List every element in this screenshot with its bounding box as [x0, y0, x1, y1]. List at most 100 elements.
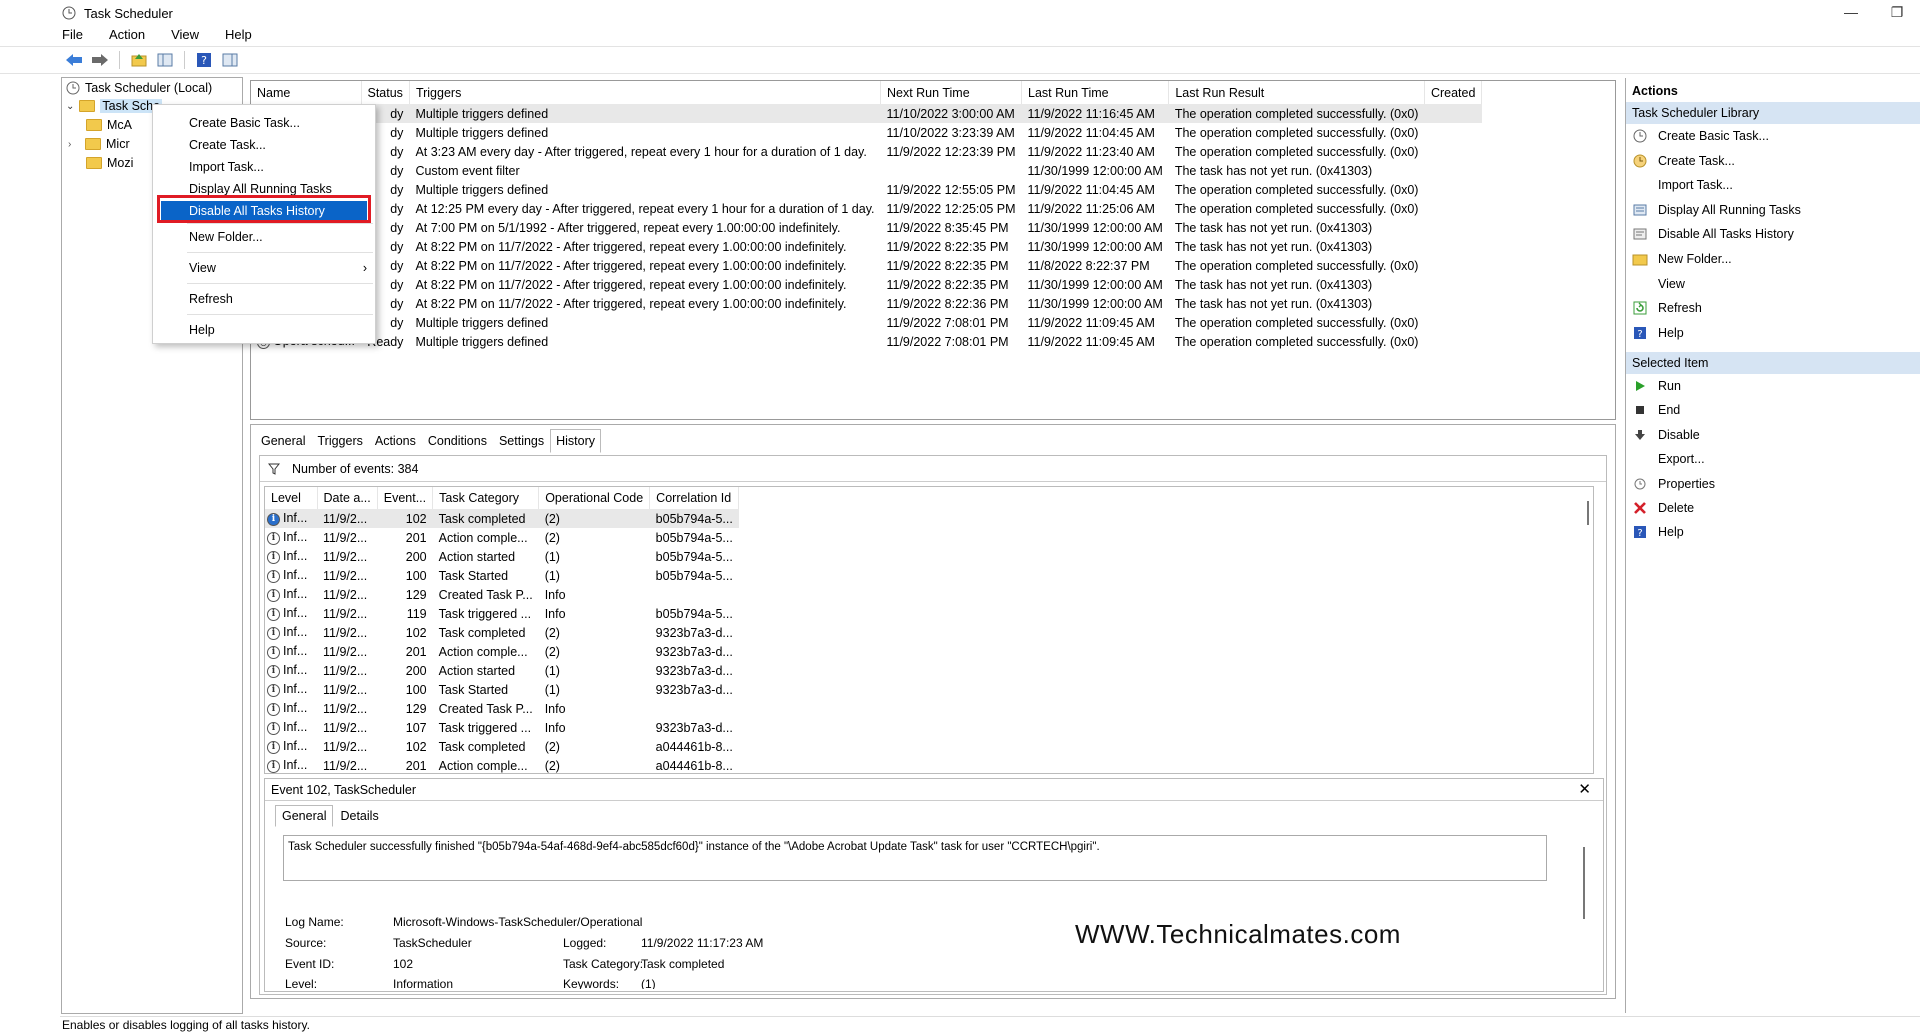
context-menu-item-help[interactable]: Help	[153, 320, 375, 340]
event-row[interactable]: i Inf... 11/9/2... 200 Action started (1) 9323…	[265, 661, 739, 680]
col-name[interactable]: Name	[251, 81, 362, 104]
col-level[interactable]: Level	[265, 487, 318, 509]
action-view[interactable]: View	[1632, 276, 1685, 292]
menu-file[interactable]: File	[60, 27, 85, 45]
up-folder-icon[interactable]	[129, 50, 149, 70]
event-scrollbar[interactable]	[1583, 847, 1585, 919]
show-hide-tree-icon[interactable]	[155, 50, 175, 70]
actions-section-library[interactable]: Task Scheduler Library	[1626, 102, 1920, 124]
actions-section-selected[interactable]: Selected Item	[1626, 352, 1920, 374]
col-status[interactable]: Status	[361, 81, 410, 104]
chevron-down-icon[interactable]: ⌄	[66, 101, 74, 112]
action-help[interactable]: ? Help	[1632, 325, 1684, 341]
event-row[interactable]: i Inf... 11/9/2... 119 Task triggered ... Inf…	[265, 604, 739, 623]
tree-item-child-2[interactable]: › Micr	[68, 137, 130, 151]
action-disable-all-tasks-history[interactable]: Disable All Tasks History	[1632, 226, 1794, 242]
col-next-run[interactable]: Next Run Time	[880, 81, 1023, 104]
col-correlation-id[interactable]: Correlation Id	[649, 487, 740, 509]
minimize-button[interactable]: —	[1828, 0, 1874, 26]
chevron-right-icon[interactable]: ›	[68, 139, 80, 150]
action-import-task[interactable]: Import Task...	[1632, 177, 1733, 193]
action-run[interactable]: Run	[1632, 378, 1681, 394]
col-event-id[interactable]: Event...	[377, 487, 434, 509]
context-menu-item-create-task[interactable]: Create Task...	[153, 135, 375, 155]
event-row[interactable]: i Inf... 11/9/2... 201 Action comple... (2) b0…	[265, 528, 739, 547]
task-row[interactable]: dy Multiple triggers defined 11/9/2022 12:…	[251, 180, 1482, 199]
action-disable[interactable]: Disable	[1632, 427, 1700, 443]
action-help[interactable]: ? Help	[1632, 524, 1684, 540]
event-row[interactable]: i Inf... 11/9/2... 201 Action comple... (2) 93…	[265, 642, 739, 661]
close-icon[interactable]: ✕	[1578, 780, 1591, 798]
action-properties[interactable]: Properties	[1632, 476, 1715, 492]
task-row[interactable]: dy At 8:22 PM on 11/7/2022 - After trigge…	[251, 294, 1482, 313]
task-row[interactable]: dy Multiple triggers defined 11/9/2022 7:0…	[251, 313, 1482, 332]
tab-actions[interactable]: Actions	[369, 429, 422, 453]
context-menu-item-create-basic-task[interactable]: Create Basic Task...	[153, 113, 375, 133]
col-date[interactable]: Date a...	[317, 487, 378, 509]
event-row[interactable]: i Inf... 11/9/2... 201 Action comple... (2) a0…	[265, 756, 739, 773]
task-row[interactable]: dy At 7:00 PM on 5/1/1992 - After trigger…	[251, 218, 1482, 237]
action-create-task[interactable]: Create Task...	[1632, 153, 1735, 169]
task-row[interactable]: dy At 8:22 PM on 11/7/2022 - After trigge…	[251, 256, 1482, 275]
task-row[interactable]: dy Multiple triggers defined 11/10/2022 3:…	[251, 123, 1482, 142]
tab-conditions[interactable]: Conditions	[422, 429, 493, 453]
action-end[interactable]: End	[1632, 402, 1680, 418]
col-operational-code[interactable]: Operational Code	[538, 487, 651, 509]
event-row[interactable]: i Inf... 11/9/2... 102 Task completed (2) b05b…	[265, 509, 739, 528]
action-refresh[interactable]: Refresh	[1632, 300, 1702, 316]
context-menu-item-view[interactable]: View ›	[153, 258, 375, 278]
event-row[interactable]: i Inf... 11/9/2... 102 Task completed (2) 9323…	[265, 623, 739, 642]
col-task-category[interactable]: Task Category	[432, 487, 540, 509]
context-menu-item-display-all-running-tasks[interactable]: Display All Running Tasks	[153, 179, 375, 199]
tree-item-child-3[interactable]: Mozi	[86, 156, 133, 170]
tab-general[interactable]: General	[255, 429, 311, 453]
event-row[interactable]: i Inf... 11/9/2... 129 Created Task P... Info	[265, 699, 739, 718]
task-row[interactable]: dy Multiple triggers defined 11/10/2022 3:…	[251, 104, 1482, 123]
event-tab-details[interactable]: Details	[333, 805, 385, 827]
task-row[interactable]: dy At 3:23 AM every day - After triggered…	[251, 142, 1482, 161]
action-display-all-running-tasks[interactable]: Display All Running Tasks	[1632, 202, 1801, 218]
tree-item-child-1[interactable]: McA	[86, 118, 132, 132]
context-menu-item-disable-all-tasks-history[interactable]: Disable All Tasks History	[161, 201, 367, 221]
event-row[interactable]: i Inf... 11/9/2... 129 Created Task P... Info	[265, 585, 739, 604]
tree-item-library[interactable]: ⌄ Task Sche	[66, 99, 163, 113]
col-last-run[interactable]: Last Run Time	[1021, 81, 1170, 104]
event-row[interactable]: i Inf... 11/9/2... 107 Task triggered ... Inf…	[265, 718, 739, 737]
back-arrow-icon[interactable]	[64, 50, 84, 70]
tab-history[interactable]: History	[550, 429, 602, 453]
event-row[interactable]: i Inf... 11/9/2... 200 Action started (1) b05b…	[265, 547, 739, 566]
event-tab-general[interactable]: General	[275, 805, 334, 827]
forward-arrow-icon[interactable]	[90, 50, 110, 70]
filter-icon[interactable]	[268, 463, 280, 475]
col-triggers[interactable]: Triggers	[409, 81, 881, 104]
menu-help[interactable]: Help	[223, 27, 254, 45]
events-scrollbar[interactable]	[1587, 501, 1589, 525]
col-last-result[interactable]: Last Run Result	[1168, 81, 1425, 104]
col-created[interactable]: Created	[1424, 81, 1483, 104]
tab-settings[interactable]: Settings	[493, 429, 550, 453]
event-cell: b05b794a-5...	[655, 530, 733, 545]
context-menu-item-import-task[interactable]: Import Task...	[153, 157, 375, 177]
context-menu-item-refresh[interactable]: Refresh	[153, 289, 375, 309]
tab-triggers[interactable]: Triggers	[311, 429, 368, 453]
action-delete[interactable]: Delete	[1632, 500, 1694, 516]
event-row[interactable]: i Inf... 11/9/2... 100 Task Started (1) 9323b7…	[265, 680, 739, 699]
tree-item-root[interactable]: Task Scheduler (Local)	[66, 81, 212, 95]
help-icon[interactable]: ?	[194, 50, 214, 70]
show-hide-action-pane-icon[interactable]	[220, 50, 240, 70]
context-menu-item-new-folder[interactable]: New Folder...	[153, 227, 375, 247]
restore-button[interactable]: ❐	[1874, 0, 1920, 26]
task-row[interactable]: ◷Opera sched...ReadyMultiple triggers de…	[251, 332, 1482, 351]
menu-view[interactable]: View	[169, 27, 201, 45]
menu-action[interactable]: Action	[107, 27, 147, 45]
event-row[interactable]: i Inf... 11/9/2... 102 Task completed (2) a044…	[265, 737, 739, 756]
event-row[interactable]: i Inf... 11/9/2... 100 Task Started (1) b05b79…	[265, 566, 739, 585]
action-create-basic-task[interactable]: Create Basic Task...	[1632, 128, 1769, 144]
action-new-folder[interactable]: New Folder...	[1632, 251, 1732, 267]
task-row[interactable]: dy At 12:25 PM every day - After triggere…	[251, 199, 1482, 218]
action-export[interactable]: Export...	[1632, 451, 1705, 467]
task-row[interactable]: dy At 8:22 PM on 11/7/2022 - After trigge…	[251, 237, 1482, 256]
clock-icon	[66, 81, 80, 95]
task-row[interactable]: dy At 8:22 PM on 11/7/2022 - After trigge…	[251, 275, 1482, 294]
task-row[interactable]: dy Custom event filter 11/30/1999 12:00:00…	[251, 161, 1482, 180]
